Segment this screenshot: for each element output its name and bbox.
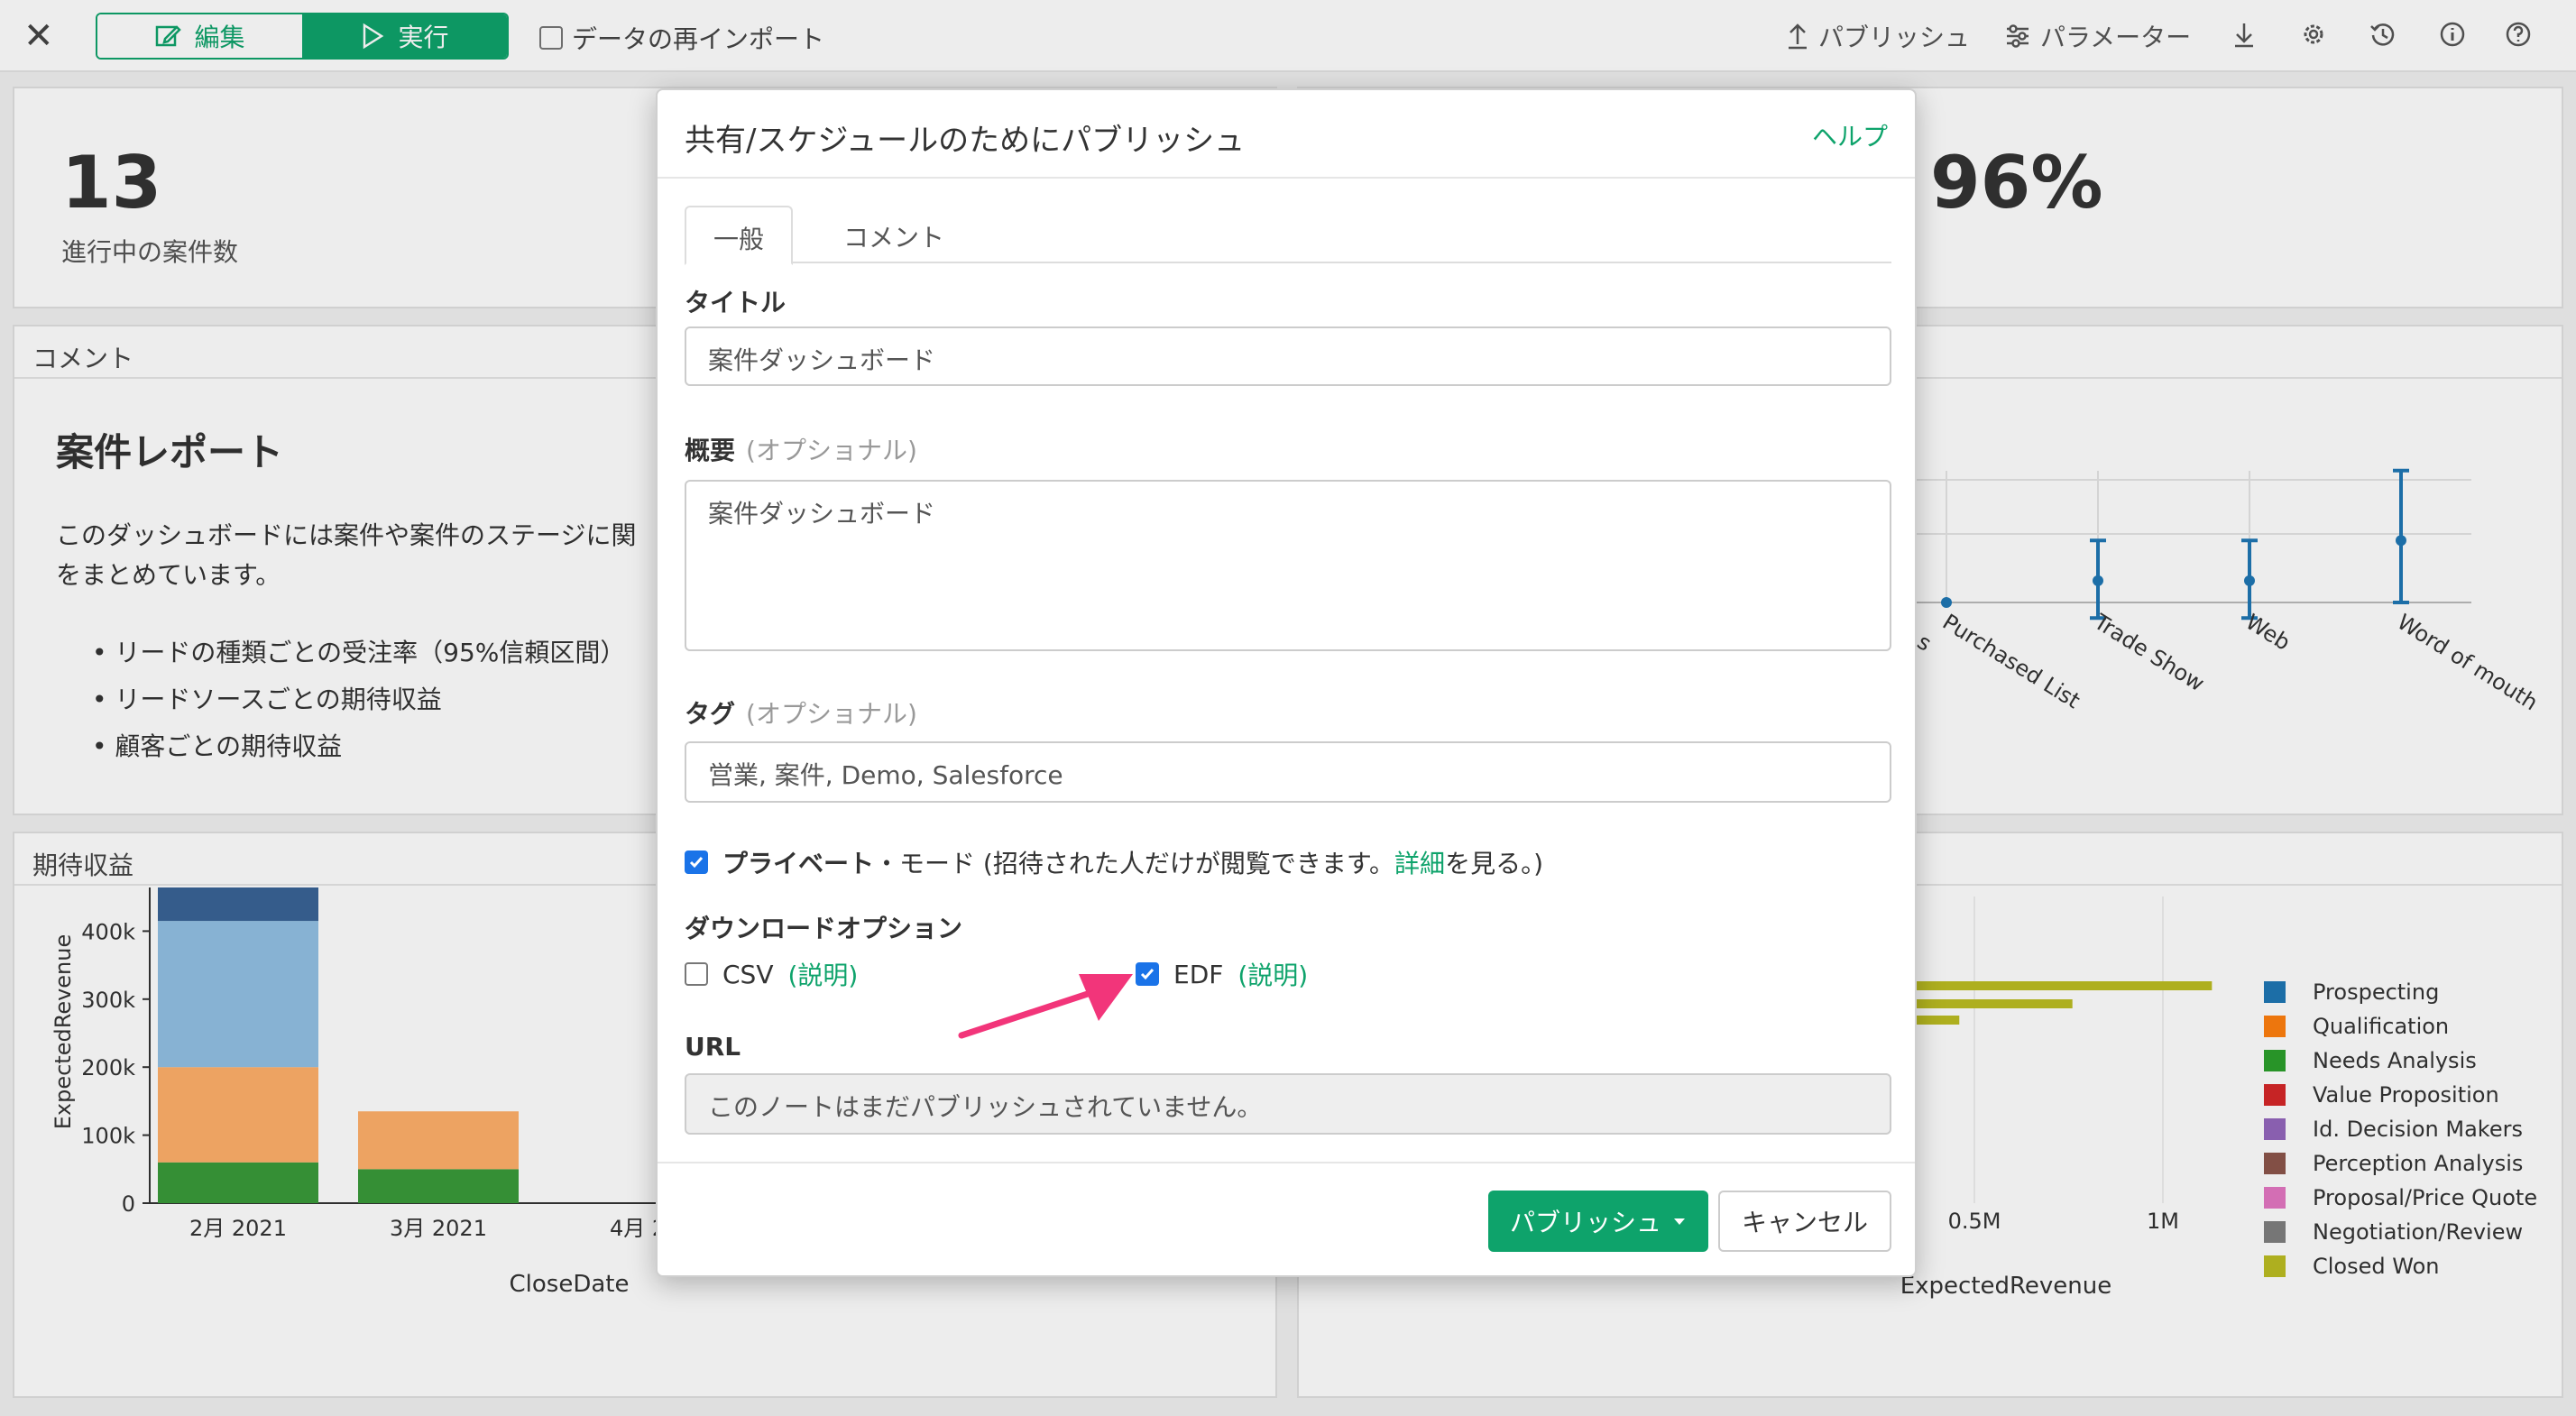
edf-explain-link[interactable]: (説明) <box>1237 956 1308 992</box>
private-mode-end: を見る。) <box>1445 849 1543 878</box>
private-mode-checkbox[interactable] <box>685 851 708 874</box>
dialog-tabs: 一般 コメント <box>685 206 1891 265</box>
tab-general[interactable]: 一般 <box>685 206 794 265</box>
url-field: このノートはまだパブリッシュされていません。 <box>685 1073 1891 1135</box>
tag-label: タグ (オプショナル) <box>685 699 917 729</box>
private-mode-text: ・モード (招待された人だけが閲覧できます。 <box>874 849 1395 878</box>
tab-comment[interactable]: コメント <box>816 206 971 263</box>
title-label: タイトル <box>685 288 787 317</box>
publish-button[interactable]: パブリッシュ <box>1488 1191 1708 1252</box>
summary-textarea[interactable]: 案件ダッシュボード <box>685 480 1891 651</box>
csv-label: CSV <box>722 959 774 989</box>
private-mode-bold: プライベート <box>722 849 875 878</box>
csv-option-row: CSV (説明) <box>685 956 858 992</box>
summary-label: 概要 (オプショナル) <box>685 436 917 465</box>
csv-checkbox[interactable] <box>685 962 708 986</box>
private-mode-row: プライベート・モード (招待された人だけが閲覧できます。詳細を見る。) <box>685 844 1543 880</box>
title-input[interactable]: 案件ダッシュボード <box>685 326 1891 386</box>
dialog-footer-divider <box>658 1162 1915 1163</box>
dialog-header: 共有/スケジュールのためにパブリッシュ ヘルプ <box>658 90 1915 179</box>
dialog-title: 共有/スケジュールのためにパブリッシュ <box>685 123 1246 159</box>
publish-button-label: パブリッシュ <box>1509 1208 1661 1237</box>
publish-dialog: 共有/スケジュールのためにパブリッシュ ヘルプ 一般 コメント タイトル 案件ダ… <box>656 88 1917 1277</box>
tag-input[interactable]: 営業, 案件, Demo, Salesforce <box>685 741 1891 803</box>
caret-down-icon <box>1674 1218 1685 1225</box>
cancel-button[interactable]: キャンセル <box>1718 1191 1891 1252</box>
csv-explain-link[interactable]: (説明) <box>787 956 858 992</box>
help-link[interactable]: ヘルプ <box>1812 117 1888 153</box>
url-label: URL <box>685 1032 741 1062</box>
details-link[interactable]: 詳細 <box>1394 849 1445 878</box>
download-options-label: ダウンロードオプション <box>685 914 963 943</box>
annotation-arrow-icon <box>958 974 1133 1039</box>
